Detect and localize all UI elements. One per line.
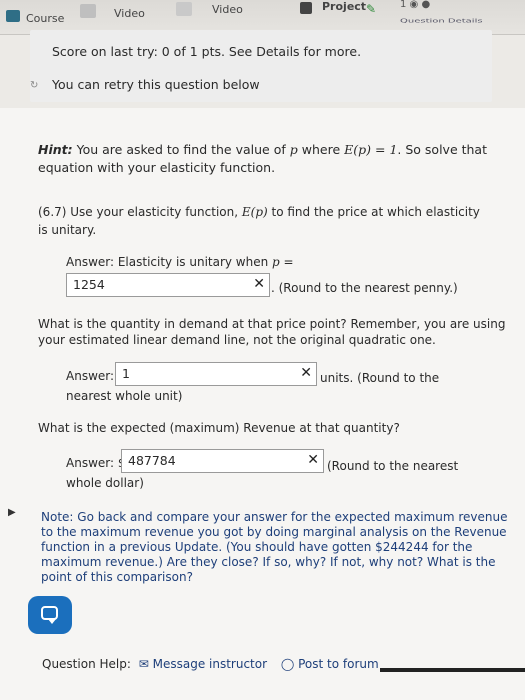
answer2-suffix-2: nearest whole unit) <box>66 389 183 403</box>
tab-question-details[interactable]: Question Details <box>400 18 483 24</box>
project-favicon-icon <box>300 2 312 14</box>
hint-text-a: You are asked to find the value of <box>76 142 286 157</box>
video-favicon-icon-2 <box>176 2 192 16</box>
price-answer-input[interactable]: 1254 ✕ <box>66 273 270 297</box>
answer3-label: Answer: $ <box>66 456 126 470</box>
chat-button[interactable] <box>28 596 72 634</box>
answer2-label: Answer: <box>66 369 115 383</box>
scrollbar[interactable] <box>380 668 525 672</box>
post-to-forum-link[interactable]: Post to forum <box>298 657 379 671</box>
note-line-3: function in a previous Update. (You shou… <box>41 540 473 554</box>
chat-bubble-icon <box>41 606 58 620</box>
question-text-b: to find the price at which elasticity <box>271 205 480 219</box>
tab-video-2[interactable]: Video <box>212 3 243 16</box>
hint-text-b: where <box>301 142 341 157</box>
note-line-1: Note: Go back and compare your answer fo… <box>41 510 508 524</box>
note-line-4: maximum revenue.) Are they close? If so,… <box>41 555 496 569</box>
note-line-5: point of this comparison? <box>41 570 193 584</box>
incorrect-x-icon-3: ✕ <box>307 452 319 468</box>
answer3-suffix-2: whole dollar) <box>66 476 144 490</box>
course-favicon-icon <box>6 10 20 22</box>
play-arrow-icon: ▶ <box>8 507 16 518</box>
question-function: E(p) <box>241 205 268 219</box>
pencil-icon: ✎ <box>366 2 377 16</box>
question-line-2: is unitary. <box>38 223 97 237</box>
hint-equation: E(p) = 1 <box>344 142 398 157</box>
note-line-2: to the maximum revenue you got by doing … <box>41 525 507 539</box>
incorrect-x-icon-2: ✕ <box>300 365 312 381</box>
hint-line-2: equation with your elasticity function. <box>38 160 276 175</box>
question-text-a: (6.7) Use your elasticity function, <box>38 205 239 219</box>
answer1-label: Answer: Elasticity is unitary when p = <box>66 255 294 270</box>
q3-text: What is the expected (maximum) Revenue a… <box>38 421 400 435</box>
question-help-label: Question Help: <box>42 657 131 671</box>
answer2-suffix: units. (Round to the <box>320 371 440 385</box>
quantity-answer-value: 1 <box>122 366 130 381</box>
question-help-row: Question Help: ✉ Message instructor ◯ Po… <box>42 657 379 672</box>
chat-bubble-tail <box>48 619 56 624</box>
q2-line-2: your estimated linear demand line, not t… <box>38 333 436 347</box>
tab-video-1[interactable]: Video <box>114 7 145 20</box>
answer3-suffix: (Round to the nearest <box>327 459 459 473</box>
answer1-suffix: . (Round to the nearest penny.) <box>271 281 458 295</box>
hint-label: Hint: <box>38 142 73 157</box>
hint-var-p: p <box>289 142 298 157</box>
question-line-1: (6.7) Use your elasticity function, E(p)… <box>38 205 480 220</box>
tab-project[interactable]: Project <box>322 0 366 13</box>
revenue-answer-value: 487784 <box>128 453 176 468</box>
message-instructor-link[interactable]: Message instructor <box>153 657 267 671</box>
quantity-answer-input[interactable]: 1 ✕ <box>115 362 317 386</box>
forum-bubble-icon: ◯ <box>280 657 295 671</box>
answer1-variable: p = <box>272 255 294 269</box>
video-favicon-icon <box>80 4 96 18</box>
hint-line-1: Hint: You are asked to find the value of… <box>38 142 487 157</box>
retry-text: You can retry this question below <box>52 77 260 92</box>
tab-course[interactable]: Course <box>26 12 64 25</box>
envelope-icon: ✉ <box>138 657 149 671</box>
incorrect-x-icon: ✕ <box>253 276 265 292</box>
question-content <box>0 108 525 700</box>
hint-text-c: . So solve that <box>397 142 487 157</box>
price-answer-value: 1254 <box>73 277 105 292</box>
revenue-answer-input[interactable]: 487784 ✕ <box>121 449 324 473</box>
extension-icons: 1 ◉ ● <box>400 0 431 10</box>
q2-line-1: What is the quantity in demand at that p… <box>38 317 506 331</box>
score-text: Score on last try: 0 of 1 pts. See Detai… <box>52 44 362 59</box>
retry-icon: ↻ <box>30 80 39 91</box>
answer1-label-text: Answer: Elasticity is unitary when <box>66 255 269 269</box>
